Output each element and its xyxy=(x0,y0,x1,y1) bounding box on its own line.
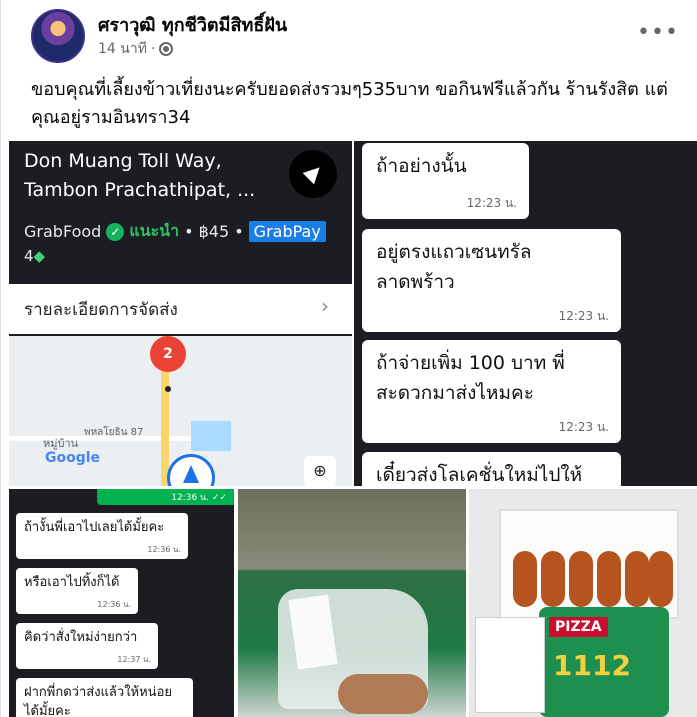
map-point xyxy=(165,386,171,392)
sent-message-bubble: 12:36 น. ✓✓ xyxy=(97,489,234,505)
payment-method: GrabPay xyxy=(248,221,326,242)
chat-screenshot-bottom[interactable]: 12:36 น. ✓✓ ถ้างั้นพี่เอาไปเลยได้มั้ยคะ … xyxy=(9,489,234,717)
sent-time: 12:36 น. ✓✓ xyxy=(171,493,227,503)
chat-message: ถ้างั้นพี่เอาไปเลยได้มั้ยคะ xyxy=(24,520,165,535)
chat-bubble: หรือเอาไปทิ้งก็ได้ 12:36 น. xyxy=(16,568,138,614)
chat-time: 12:37 น. xyxy=(117,655,151,664)
chat-time: 12:36 น. xyxy=(97,600,131,609)
chat-bubble: ฝากพี่กดว่าส่งแล้วให้หน่อยได้มั้ยคะ xyxy=(16,678,193,717)
author-name[interactable]: ศราวุฒิ ทุกชีวิตมีสิทธิ์ฝัน xyxy=(98,10,287,39)
recommend-label: แนะนำ xyxy=(129,221,180,240)
chicken-wing xyxy=(625,551,649,607)
google-logo: Google xyxy=(45,450,101,466)
chevron-right-icon: › xyxy=(321,294,329,318)
author-avatar[interactable] xyxy=(31,9,85,63)
chat-time: 12:23 น. xyxy=(558,420,609,434)
chicken-wing xyxy=(569,551,593,607)
order-screenshot[interactable]: Don Muang Toll Way, Tambon Prachathipat,… xyxy=(9,141,352,486)
chat-bubble: ถ้าอย่างนั้น 12:23 น. xyxy=(362,143,529,219)
post-card: ศราวุฒิ ทุกชีวิตมีสิทธิ์ฝัน 14 นาที · ••… xyxy=(0,0,697,717)
chat-message: ถ้าจ่ายเพิ่ม 100 บาท พี่สะดวกมาส่งไหมคะ xyxy=(376,352,565,404)
photo-chicken-wings[interactable]: PIZZA 1112 xyxy=(469,489,697,717)
hand xyxy=(338,674,428,714)
globe-icon xyxy=(159,42,174,56)
gems-value: 4 xyxy=(24,247,34,265)
map-label-road: พหลโยธิน 87 xyxy=(84,427,144,438)
receipt xyxy=(475,617,545,713)
location-arrow-icon xyxy=(167,454,215,486)
chicken-wing xyxy=(541,551,565,607)
verified-check-icon: ✓ xyxy=(106,222,125,241)
more-options-icon[interactable]: ••• xyxy=(637,20,679,45)
map-marker-icon: 2 xyxy=(150,336,186,372)
delivery-address: Don Muang Toll Way, Tambon Prachathipat,… xyxy=(24,147,284,205)
chicken-wing xyxy=(513,551,537,607)
map-water xyxy=(191,421,231,451)
navigation-arrow-icon xyxy=(289,150,337,198)
chat-time: 12:23 น. xyxy=(466,196,517,210)
chat-message: เดี๋ยวส่งโลเคชั่นใหม่ไปให้ xyxy=(376,464,583,486)
service-info: GrabFood ✓ แนะนำ • ฿45 • GrabPay xyxy=(24,219,326,244)
chat-message: ถ้าอย่างนั้น xyxy=(376,155,467,177)
chat-time: 12:36 น. xyxy=(147,545,181,554)
gems-count: 4◆ xyxy=(24,247,45,265)
chat-message: ฝากพี่กดว่าส่งแล้วให้หน่อยได้มั้ยคะ xyxy=(24,685,172,717)
chicken-wing xyxy=(597,551,621,607)
service-name: GrabFood xyxy=(24,222,102,241)
chat-bubble: ถ้างั้นพี่เอาไปเลยได้มั้ยคะ 12:36 น. xyxy=(16,513,188,559)
delivery-details-row: รายละเอียดการจัดส่ง › xyxy=(9,284,352,334)
chat-time: 12:23 น. xyxy=(558,309,609,323)
address-line-1: Don Muang Toll Way, xyxy=(24,150,222,172)
pizza-logo: PIZZA xyxy=(549,617,608,637)
map-view: 2 หมู่บ้าน พหลโยธิน 87 Google ⊕ xyxy=(9,336,352,486)
chat-message: คิดว่าสั่งใหม่ง่ายกว่า xyxy=(24,630,138,645)
meta-separator: · xyxy=(150,41,156,57)
chat-bubble: เดี๋ยวส่งโลเคชั่นใหม่ไปให้ xyxy=(362,452,621,486)
post-meta: 14 นาที · xyxy=(98,38,174,60)
chat-message: หรือเอาไปทิ้งก็ได้ xyxy=(24,575,120,590)
address-line-2: Tambon Prachathipat, ... xyxy=(24,179,256,201)
chat-screenshot-top[interactable]: ถ้าอย่างนั้น 12:23 น. อยู่ตรงแถวเซนทรัลล… xyxy=(354,141,697,486)
post-text: ขอบคุณที่เลี้ยงข้าวเที่ยงนะครับยอดส่งรวม… xyxy=(31,79,668,128)
chicken-wing xyxy=(649,551,673,607)
add-pin-icon: ⊕ xyxy=(304,456,336,486)
chat-bubble: ถ้าจ่ายเพิ่ม 100 บาท พี่สะดวกมาส่งไหมคะ … xyxy=(362,340,621,443)
gem-icon: ◆ xyxy=(33,247,46,265)
chat-bubble: อยู่ตรงแถวเซนทรัลลาดพร้าว 12:23 น. xyxy=(362,229,621,332)
photo-delivery-bag[interactable] xyxy=(238,489,466,717)
chat-message: อยู่ตรงแถวเซนทรัลลาดพร้าว xyxy=(376,241,532,293)
chat-bubble: คิดว่าสั่งใหม่ง่ายกว่า 12:37 น. xyxy=(16,623,158,669)
delivery-price: • ฿45 • xyxy=(184,222,244,241)
delivery-details-label: รายละเอียดการจัดส่ง xyxy=(24,300,178,320)
hotline-number: 1112 xyxy=(553,649,631,682)
post-time[interactable]: 14 นาที xyxy=(98,38,147,60)
